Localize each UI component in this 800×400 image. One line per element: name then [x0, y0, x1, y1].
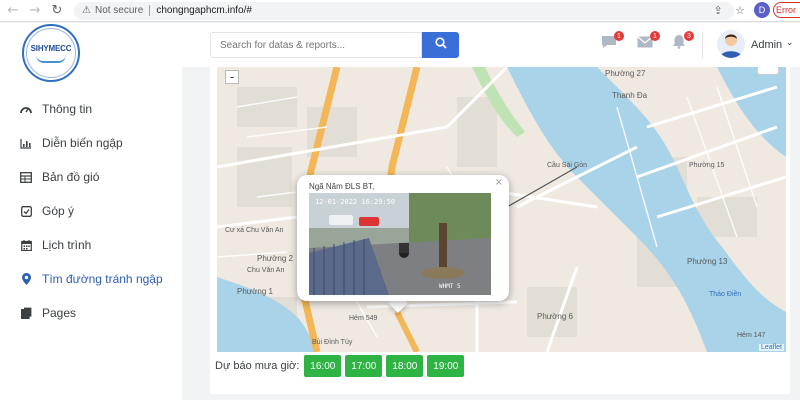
sidebar-item-pages[interactable]: Pages	[0, 296, 182, 330]
forecast-hour-button[interactable]: 19:00	[427, 355, 465, 377]
mail-badge: 1	[650, 31, 660, 41]
map-label: Cư xá Chu Văn An	[225, 227, 284, 234]
reload-icon[interactable]: ↻	[48, 2, 66, 20]
forecast-label: Dự báo mưa giờ:	[215, 360, 300, 372]
sidebar-item-tim-duong-tranh-ngap[interactable]: Tìm đường tránh ngập	[0, 262, 182, 296]
map-label: Phường 2	[257, 254, 293, 263]
map-label: Bùi Đình Túy	[312, 339, 353, 346]
forecast-hour-button[interactable]: 16:00	[304, 355, 342, 377]
map-label: Cầu Sài Gòn	[547, 162, 588, 169]
sidebar-item-gop-y[interactable]: Góp ý	[0, 194, 182, 228]
sidebar-item-thong-tin[interactable]: Thông tin	[0, 92, 182, 126]
top-navbar: 1 1 3 Admin ⌄	[182, 23, 800, 67]
avatar[interactable]	[717, 30, 745, 58]
calendar-icon	[20, 239, 32, 251]
sidebar-item-label: Bản đồ gió	[42, 170, 100, 184]
logo-area: SIHYMECC	[0, 23, 182, 82]
brand-logo[interactable]: SIHYMECC	[22, 24, 80, 82]
forward-icon[interactable]: →	[26, 2, 44, 20]
mail-button[interactable]: 1	[636, 31, 660, 52]
search-button[interactable]	[422, 32, 459, 58]
address-bar[interactable]: ⚠ Not secure chongngaphcm.info/#	[74, 1, 734, 20]
map-card: Phường 27 Thanh Đa Phường 15 Phường 1 Ph…	[210, 67, 790, 394]
sidebar-item-label: Góp ý	[42, 204, 75, 218]
close-icon[interactable]: ×	[495, 177, 503, 188]
sidebar-menu: Thông tin Diễn biến ngập Bản đồ gió Góp …	[0, 92, 182, 330]
camera-image	[309, 193, 491, 295]
messages-badge: 1	[614, 31, 624, 41]
map-label: Phường 6	[537, 312, 573, 321]
error-badge[interactable]: Error	[773, 2, 800, 18]
sidebar-item-label: Pages	[42, 306, 77, 320]
forecast-hour-button[interactable]: 18:00	[386, 355, 424, 377]
profile-avatar[interactable]: D	[754, 2, 770, 18]
popup-title: Ngã Năm ĐLS BT,	[309, 182, 375, 191]
table-icon	[20, 171, 32, 183]
map-label: Thanh Đa	[612, 91, 648, 100]
topbar-divider	[702, 31, 703, 59]
map-label: Chu Văn An	[247, 267, 285, 274]
sidebar-item-label: Lịch trình	[42, 238, 92, 252]
alerts-button[interactable]: 3	[670, 31, 694, 52]
camera-popup: × Ngã Năm ĐLS BT, 12-01-2022 16:29:50 WH…	[297, 175, 509, 301]
camera-timestamp: 12-01-2022 16:29:50	[315, 198, 396, 206]
logo-text: SIHYMECC	[30, 43, 72, 53]
map-label: Hẻm 549	[349, 315, 378, 322]
camera-label: WHMT 5	[439, 283, 461, 290]
sidebar-item-ban-do-gio[interactable]: Bản đồ gió	[0, 160, 182, 194]
forecast-hour-button[interactable]: 17:00	[345, 355, 383, 377]
warning-icon[interactable]: ⚠	[82, 5, 91, 16]
bar-chart-icon	[20, 137, 32, 149]
rain-forecast: Dự báo mưa giờ: 16:00 17:00 18:00 19:00	[215, 355, 468, 377]
map-label: Phường 27	[605, 69, 646, 78]
map-view[interactable]: Phường 27 Thanh Đa Phường 15 Phường 1 Ph…	[217, 67, 786, 352]
sidebar-item-dien-bien-ngap[interactable]: Diễn biến ngập	[0, 126, 182, 160]
map-attribution[interactable]: Leaflet	[758, 344, 784, 351]
search-input[interactable]	[210, 32, 422, 58]
share-icon[interactable]: ⇪	[710, 2, 726, 18]
browser-actions: ⇪ ☆ D Error	[710, 2, 800, 18]
map-label: Phường 15	[689, 162, 725, 169]
logo-emblem: SIHYMECC	[26, 28, 76, 78]
map-label: Phường 13	[687, 257, 728, 266]
map-label: Thảo Điền	[709, 291, 742, 298]
url-text[interactable]: chongngaphcm.info/#	[156, 5, 252, 16]
sidebar-item-lich-trinh[interactable]: Lịch trình	[0, 228, 182, 262]
sidebar-item-label: Diễn biến ngập	[42, 136, 123, 150]
map-pin-icon	[20, 273, 32, 285]
back-icon[interactable]: ←	[4, 2, 22, 20]
pages-icon	[20, 307, 32, 319]
gauge-icon	[20, 103, 32, 115]
browser-toolbar: ← → ↻ ⚠ Not secure chongngaphcm.info/# ⇪…	[0, 0, 800, 22]
messages-button[interactable]: 1	[600, 31, 624, 52]
sidebar-item-label: Tìm đường tránh ngập	[42, 272, 163, 286]
security-label[interactable]: Not secure	[95, 5, 143, 16]
map-label: Hẻm 147	[737, 332, 766, 339]
alerts-badge: 3	[684, 31, 694, 41]
user-name[interactable]: Admin	[751, 39, 782, 51]
checkbox-icon	[20, 205, 32, 217]
main-content: Phường 27 Thanh Đa Phường 15 Phường 1 Ph…	[182, 67, 800, 400]
layer-control[interactable]	[757, 67, 779, 75]
zoom-out-button[interactable]: -	[225, 70, 239, 84]
chevron-down-icon[interactable]: ⌄	[786, 38, 794, 48]
url-divider	[149, 5, 151, 16]
camera-snapshot[interactable]: 12-01-2022 16:29:50 WHMT 5	[309, 193, 491, 295]
logo-waves	[36, 55, 66, 63]
star-icon[interactable]: ☆	[732, 2, 748, 18]
map-label: Phường 1	[237, 287, 273, 296]
search-icon	[434, 36, 447, 54]
sidebar-item-label: Thông tin	[42, 102, 93, 116]
